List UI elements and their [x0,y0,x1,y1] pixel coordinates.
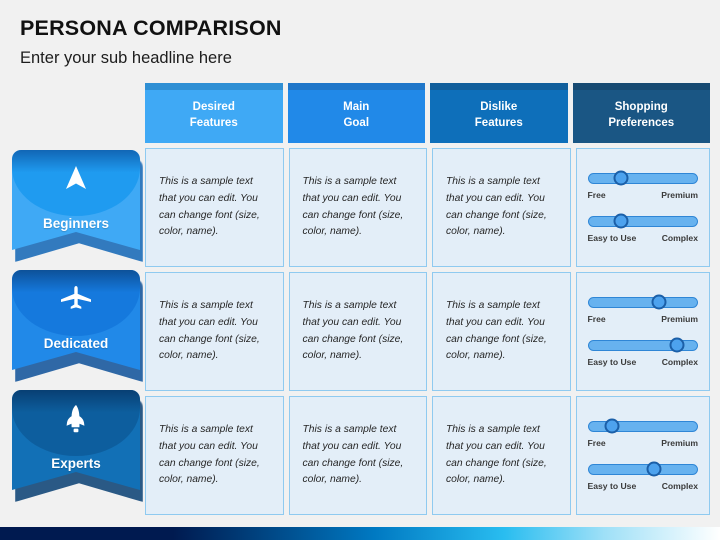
slider-label-right: Complex [661,232,698,243]
text-cell-r1c2[interactable]: This is a sample text that you can edit.… [288,148,427,267]
slider-labels: Easy to Use Complex [588,357,699,367]
column-header-label-line2: Features [474,116,523,129]
slider-group-2[interactable]: Easy to Use Complex [587,213,699,243]
column-header-cap [572,83,710,90]
column-header-cap [430,83,568,90]
navigation-arrow-icon [12,164,140,197]
slider-group-1[interactable]: Free Premium [587,418,699,448]
slider-label-right: Premium [661,437,698,448]
column-header-cap [145,83,283,90]
slider-group-1[interactable]: Free Premium [587,170,699,200]
text-cell-r3c2[interactable]: This is a sample text that you can edit.… [288,396,427,515]
slider-track[interactable] [587,213,698,229]
persona-label: Experts [51,456,101,471]
column-header-label-line1: Main [343,101,370,114]
column-header-label: Desired Features [190,95,238,131]
slider-thumb[interactable] [613,170,629,186]
slider-cell-r1[interactable]: Free Premium Easy to Use Complex [575,148,710,267]
slider-cell-r3[interactable]: Free Premium Easy to Use Complex [575,396,710,515]
slider-label-right: Premium [661,189,698,200]
slider-labels: Easy to Use Complex [588,481,699,491]
slider-label-left: Easy to Use [587,356,637,367]
slider-label-right: Complex [661,356,698,367]
text-cell-r1c1[interactable]: This is a sample text that you can edit.… [145,148,284,267]
space-shuttle-icon [12,404,140,439]
slider-track[interactable] [587,294,698,310]
slider-labels: Free Premium [588,314,699,324]
persona-badge-experts[interactable]: Experts [12,390,143,502]
slider-track[interactable] [587,418,698,434]
page-title: PERSONA COMPARISON [20,16,282,40]
slider-group-2[interactable]: Easy to Use Complex [587,337,699,367]
table-header-row: Desired Features Main Goal Dislike Features Sh… [145,83,710,143]
cell-sample-text: This is a sample text that you can edit.… [446,300,547,362]
slider-label-right: Complex [661,480,698,491]
text-cell-r3c3[interactable]: This is a sample text that you can edit.… [432,396,571,515]
comparison-table: Desired Features Main Goal Dislike Features Sh… [145,83,710,515]
cell-sample-text: This is a sample text that you can edit.… [302,176,404,238]
table-row: This is a sample text that you can edit.… [145,148,710,267]
slider-label-left: Easy to Use [587,232,637,243]
table-row: This is a sample text that you can edit.… [145,396,710,515]
slider-group-1[interactable]: Free Premium [587,294,699,324]
text-cell-r2c1[interactable]: This is a sample text that you can edit.… [145,272,284,391]
slider-thumb[interactable] [646,461,662,477]
column-header-label-line2: Goal [343,116,370,129]
persona-list: Beginners Dedicated Experts [12,150,143,510]
page-subtitle: Enter your sub headline here [20,49,232,67]
column-header-label: Shopping Preferences [608,95,674,131]
table-body: This is a sample text that you can edit.… [145,148,710,515]
text-cell-r2c3[interactable]: This is a sample text that you can edit.… [432,272,571,391]
column-header-label: Dislike Features [475,95,523,131]
slider-labels: Free Premium [588,438,699,448]
column-header-1[interactable]: Desired Features [145,83,283,143]
slider-thumb[interactable] [604,418,620,434]
cell-sample-text: This is a sample text that you can edit.… [159,424,260,486]
slider-cell-r2[interactable]: Free Premium Easy to Use Complex [575,272,710,391]
airplane-icon [12,284,140,317]
slider-thumb[interactable] [651,294,667,310]
text-cell-r3c1[interactable]: This is a sample text that you can edit.… [145,396,284,515]
slider-track[interactable] [587,337,698,353]
cell-sample-text: This is a sample text that you can edit.… [159,300,260,362]
slider-track[interactable] [587,461,698,477]
cell-sample-text: This is a sample text that you can edit.… [159,176,260,238]
slider-thumb[interactable] [613,213,629,229]
slider-label-left: Free [587,437,606,448]
slider-group-2[interactable]: Easy to Use Complex [587,461,699,491]
slider-label-left: Free [587,189,606,200]
persona-badge-dedicated[interactable]: Dedicated [12,270,143,382]
table-row: This is a sample text that you can edit.… [145,272,710,391]
column-header-label: Main Goal [343,95,369,131]
cell-sample-text: This is a sample text that you can edit.… [446,176,547,238]
footer-accent-bar [0,527,720,540]
column-header-label-line1: Dislike [480,101,518,114]
slider-labels: Free Premium [588,190,699,200]
persona-label: Beginners [42,216,110,231]
column-header-2[interactable]: Main Goal [287,83,425,143]
slider-label-left: Free [587,313,606,324]
slider-labels: Easy to Use Complex [588,233,699,243]
text-cell-r2c2[interactable]: This is a sample text that you can edit.… [288,272,427,391]
column-header-3[interactable]: Dislike Features [430,83,568,143]
persona-badge-beginners[interactable]: Beginners [12,150,143,262]
cell-sample-text: This is a sample text that you can edit.… [446,424,547,486]
column-header-label-line1: Desired [192,101,235,114]
slider-track[interactable] [587,170,698,186]
cell-sample-text: This is a sample text that you can edit.… [302,300,404,362]
slider-label-right: Premium [661,313,698,324]
column-header-cap [287,83,425,90]
slider-thumb[interactable] [669,337,685,353]
column-header-label-line2: Features [189,116,238,129]
column-header-4[interactable]: Shopping Preferences [572,83,710,143]
persona-label: Dedicated [43,336,109,351]
slider-label-left: Easy to Use [587,480,637,491]
text-cell-r1c3[interactable]: This is a sample text that you can edit.… [432,148,571,267]
column-header-label-line1: Shopping [614,101,668,114]
column-header-label-line2: Preferences [608,116,675,129]
cell-sample-text: This is a sample text that you can edit.… [302,424,404,486]
